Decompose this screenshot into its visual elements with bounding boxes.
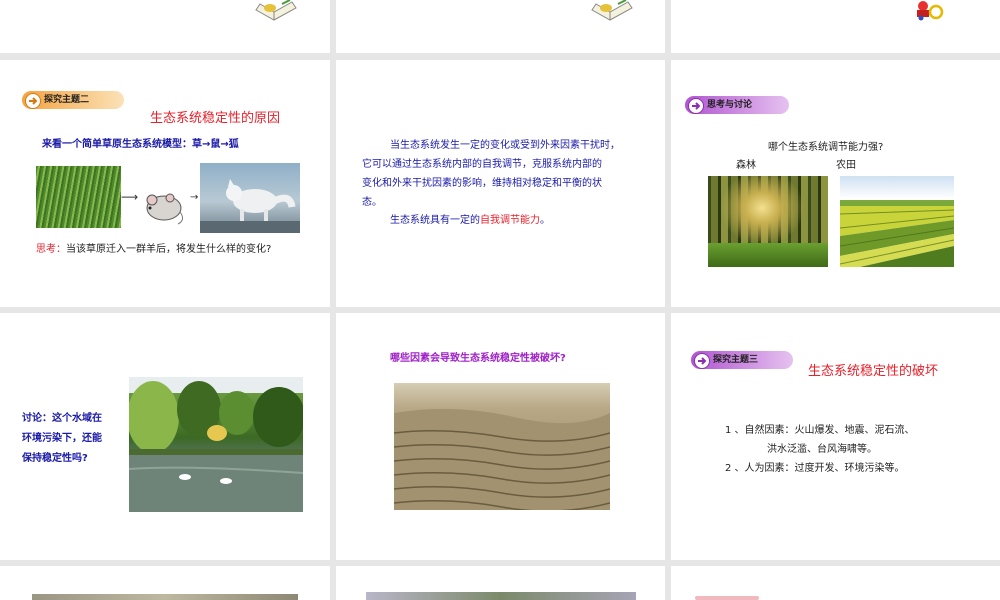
- think-label: 思考：: [36, 244, 66, 255]
- question-text: 哪个生态系统调节能力强?: [768, 142, 884, 153]
- paragraph-2: 生态系统具有一定的自我调节能力。: [390, 215, 550, 227]
- scene-photo: [366, 592, 636, 600]
- label-forest: 森林: [736, 160, 756, 171]
- arrow-ball-icon: [25, 93, 41, 109]
- para1-line3: 变化和外来干扰因素的影响，维持相对稳定和平衡的状: [362, 178, 602, 189]
- discussion-line-2: 环境污染下，还能: [22, 433, 102, 444]
- para2-highlight: 自我调节能力: [480, 215, 540, 226]
- fox-photo: [200, 163, 300, 233]
- para1-line2: 它可以通过生态系统内部的自我调节，克服系统内部的: [362, 159, 602, 170]
- pond-photo: [129, 377, 303, 512]
- topic-banner: 探究主题三: [691, 351, 793, 369]
- mouse-illustration: [146, 193, 184, 225]
- discussion-line-1: 讨论：这个水域在: [22, 409, 102, 429]
- arrow-1: ⟶: [121, 190, 139, 204]
- label-farm: 农田: [836, 160, 856, 171]
- open-book-icon: [591, 0, 633, 21]
- banner-label: 探究主题三: [713, 355, 759, 365]
- grass-photo: [36, 166, 121, 228]
- cartoon-figure-icon: [917, 1, 944, 21]
- para2-suffix: 。: [540, 215, 550, 226]
- farmland-photo: [840, 176, 954, 267]
- item-2: 2 、人为因素：过度开发、环境污染等。: [725, 463, 905, 474]
- item-1-line-1: 1 、自然因素：火山爆发、地震、泥石流、: [725, 425, 915, 436]
- slide-6[interactable]: 思考与讨论 哪个生态系统调节能力强? 森林 农田: [671, 60, 1000, 307]
- field-photo: [32, 594, 298, 600]
- forest-photo: [708, 176, 828, 267]
- slide-1[interactable]: [0, 0, 330, 53]
- banner-label: 思考与讨论: [707, 100, 753, 110]
- banner-label: 探究主题二: [44, 95, 90, 105]
- think-line: 思考：当该草原迁入一群羊后，将发生什么样的变化?: [36, 244, 271, 256]
- paragraph-1: 当生态系统发生一定的变化或受到外来因素干扰时， 它可以通过生态系统内部的自我调节…: [362, 136, 662, 212]
- arrow-2: →: [190, 192, 199, 203]
- question-text: 哪些因素会导致生态系统稳定性被破坏?: [390, 353, 566, 364]
- model-text: 来看一个简单草原生态系统模型：草→鼠→狐: [42, 139, 239, 150]
- slide-4[interactable]: 探究主题二 生态系统稳定性的原因 来看一个简单草原生态系统模型：草→鼠→狐 ⟶ …: [0, 60, 330, 307]
- open-book-icon: [255, 0, 297, 21]
- slide-11[interactable]: [336, 566, 665, 600]
- discussion-text: 讨论：这个水域在 环境污染下，还能 保持稳定性吗?: [22, 409, 102, 469]
- slide-title: 生态系统稳定性的原因: [150, 111, 281, 126]
- slide-5[interactable]: 当生态系统发生一定的变化或受到外来因素干扰时， 它可以通过生态系统内部的自我调节…: [336, 60, 665, 307]
- slide-7[interactable]: 讨论：这个水域在 环境污染下，还能 保持稳定性吗?: [0, 313, 330, 560]
- desert-photo: [394, 383, 610, 510]
- slide-12[interactable]: [671, 566, 1000, 600]
- factor-list: 1 、自然因素：火山爆发、地震、泥石流、 洪水泛滥、台风海啸等。 2 、人为因素…: [725, 421, 915, 478]
- discussion-banner: 思考与讨论: [685, 96, 789, 114]
- item-1-line-2: 洪水泛滥、台风海啸等。: [767, 444, 877, 455]
- slide-9[interactable]: 探究主题三 生态系统稳定性的破坏 1 、自然因素：火山爆发、地震、泥石流、 洪水…: [671, 313, 1000, 560]
- arrow-ball-icon: [694, 353, 710, 369]
- topic-banner: 探究主题二: [22, 91, 124, 109]
- slide-2[interactable]: [336, 0, 665, 53]
- discussion-line-1-text: 讨论：这个水域在: [22, 413, 102, 424]
- slide-title: 生态系统稳定性的破坏: [808, 364, 939, 379]
- banner-fragment: [695, 596, 759, 600]
- slide-3[interactable]: [671, 0, 1000, 53]
- slide-10[interactable]: [0, 566, 330, 600]
- slide-8[interactable]: 哪些因素会导致生态系统稳定性被破坏?: [336, 313, 665, 560]
- discussion-line-3: 保持稳定性吗?: [22, 453, 88, 464]
- think-text: 当该草原迁入一群羊后，将发生什么样的变化?: [66, 244, 272, 255]
- para1-line4: 态。: [362, 197, 382, 208]
- arrow-ball-icon: [688, 98, 704, 114]
- para1-line1: 当生态系统发生一定的变化或受到外来因素干扰时，: [390, 140, 620, 151]
- para2-prefix: 生态系统具有一定的: [390, 215, 480, 226]
